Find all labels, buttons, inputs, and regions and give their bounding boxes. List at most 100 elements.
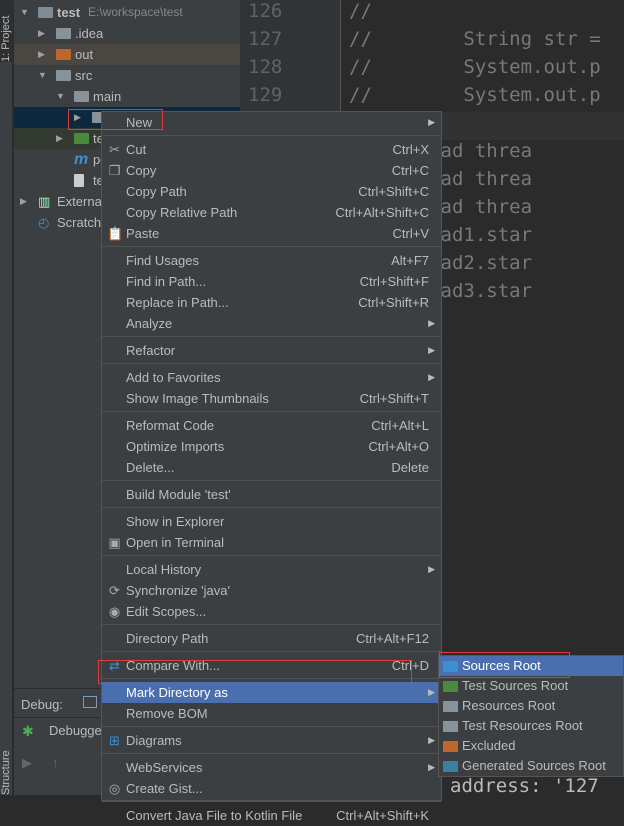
submenu-arrow-icon: ▶	[428, 318, 435, 328]
menu-item-diagrams[interactable]: ⊞ Diagrams ▶	[102, 730, 441, 751]
submenu-item-excluded[interactable]: Excluded	[439, 736, 623, 756]
mark-directory-submenu: Sources Root Test Sources Root Resources R…	[438, 655, 624, 777]
menu-item-webservices[interactable]: WebServices ▶	[102, 757, 441, 778]
menu-item-shortcut: Ctrl+Alt+Shift+C	[335, 205, 429, 220]
debugger-tab[interactable]: Debugger	[49, 723, 106, 738]
menu-item-label: Replace in Path...	[126, 295, 229, 310]
expand-down-icon[interactable]: ▼	[56, 86, 65, 107]
code-line: // String str =	[349, 28, 601, 50]
menu-item-label: Optimize Imports	[126, 439, 225, 454]
menu-item-open-in-terminal[interactable]: ▣ Open in Terminal	[102, 532, 441, 553]
restore-layout-icon[interactable]	[83, 696, 97, 708]
submenu-item-generated-sources-root[interactable]: Generated Sources Root	[439, 756, 623, 776]
expand-down-icon[interactable]: ▼	[38, 65, 47, 86]
menu-item-create-gist[interactable]: ◎ Create Gist...	[102, 778, 441, 799]
menu-item-label: Copy Relative Path	[126, 205, 238, 220]
menu-item-label: Build Module 'test'	[126, 487, 231, 502]
menu-item-label: Open in Terminal	[126, 535, 225, 550]
menu-item-label: Mark Directory as	[126, 685, 228, 700]
submenu-arrow-icon: ▶	[428, 372, 435, 382]
menu-item-synchronize-java[interactable]: ⟳ Synchronize 'java'	[102, 580, 441, 601]
menu-item-cut[interactable]: ✂ Cut Ctrl+X	[102, 139, 441, 160]
expand-right-icon[interactable]: ▶	[56, 128, 63, 149]
menu-item-shortcut: Ctrl+Alt+L	[371, 418, 429, 433]
file-icon	[74, 174, 84, 187]
submenu-item-test-resources-root[interactable]: Test Resources Root	[439, 716, 623, 736]
menu-item-copy-relative-path[interactable]: Copy Relative Path Ctrl+Alt+Shift+C	[102, 202, 441, 223]
bug-icon: ✱	[22, 723, 34, 739]
menu-item-delete[interactable]: Delete... Delete	[102, 457, 441, 478]
menu-item-paste[interactable]: 📋 Paste Ctrl+V	[102, 223, 441, 244]
submenu-arrow-icon: ▶	[428, 117, 435, 127]
menu-item-find-in-path[interactable]: Find in Path... Ctrl+Shift+F	[102, 271, 441, 292]
menu-item-label: Analyze	[126, 316, 173, 331]
submenu-arrow-icon: ▶	[428, 762, 435, 772]
folder-icon	[74, 133, 89, 144]
menu-item-remove-bom[interactable]: Remove BOM	[102, 703, 441, 724]
menu-item-edit-scopes[interactable]: ◉ Edit Scopes...	[102, 601, 441, 622]
menu-item-refactor[interactable]: Refactor ▶	[102, 340, 441, 361]
menu-item-shortcut: Ctrl+C	[391, 163, 429, 178]
code-line: // System.out.p	[349, 56, 601, 78]
line-number: 127	[248, 28, 283, 50]
menu-item-shortcut: Ctrl+Shift+T	[359, 391, 429, 406]
menu-item-convert-java-file-to-kotlin-file[interactable]: Convert Java File to Kotlin File Ctrl+Alt…	[102, 805, 441, 826]
structure-tool-tab[interactable]: Structure	[0, 715, 13, 795]
menu-item-shortcut: Ctrl+V	[392, 226, 429, 241]
submenu-item-sources-root[interactable]: Sources Root	[439, 656, 623, 676]
menu-item-shortcut: Delete	[391, 460, 429, 475]
menu-item-copy[interactable]: ❐ Copy Ctrl+C	[102, 160, 441, 181]
sync-icon: ⟳	[109, 583, 120, 598]
menu-item-local-history[interactable]: Local History ▶	[102, 559, 441, 580]
expand-down-icon[interactable]: ▼	[20, 2, 29, 23]
menu-item-replace-in-path[interactable]: Replace in Path... Ctrl+Shift+R	[102, 292, 441, 313]
maven-icon: m	[74, 151, 89, 168]
menu-item-reformat-code[interactable]: Reformat Code Ctrl+Alt+L	[102, 415, 441, 436]
up-arrow-icon[interactable]: ↑	[52, 755, 59, 770]
code-line: // System.out.p	[349, 84, 601, 106]
project-path: E:\workspace\test	[88, 5, 183, 19]
menu-item-label: Compare With...	[126, 658, 220, 673]
folder-icon	[443, 761, 458, 772]
menu-item-label: Copy Path	[126, 184, 187, 199]
menu-item-shortcut: Ctrl+Alt+O	[368, 439, 429, 454]
menu-item-copy-path[interactable]: Copy Path Ctrl+Shift+C	[102, 181, 441, 202]
folder-icon	[443, 701, 458, 712]
submenu-item-label: Excluded	[462, 738, 516, 753]
folder-icon	[56, 70, 71, 81]
menu-item-shortcut: Ctrl+Alt+Shift+K	[336, 808, 429, 823]
menu-item-mark-directory-as[interactable]: Mark Directory as ▶	[102, 682, 441, 703]
expand-right-icon[interactable]: ▶	[38, 44, 45, 65]
submenu-item-test-sources-root[interactable]: Test Sources Root	[439, 676, 623, 696]
library-icon: ▥	[38, 194, 51, 209]
console-text: address: '127	[450, 775, 599, 797]
menu-item-optimize-imports[interactable]: Optimize Imports Ctrl+Alt+O	[102, 436, 441, 457]
compare-icon: ⇄	[109, 658, 120, 673]
folder-icon	[443, 741, 458, 752]
menu-item-directory-path[interactable]: Directory Path Ctrl+Alt+F12	[102, 628, 441, 649]
menu-item-build-module-test[interactable]: Build Module 'test'	[102, 484, 441, 505]
scratch-icon: ◴	[38, 215, 50, 230]
resume-icon[interactable]: ▶	[22, 755, 32, 771]
project-tool-tab[interactable]: 1: Project	[0, 0, 13, 62]
menu-item-new[interactable]: New ▶	[102, 112, 441, 133]
folder-icon	[74, 91, 89, 102]
menu-item-label: Delete...	[126, 460, 175, 475]
menu-item-analyze[interactable]: Analyze ▶	[102, 313, 441, 334]
expand-right-icon[interactable]: ▶	[38, 23, 45, 44]
folder-icon	[443, 721, 458, 732]
submenu-item-resources-root[interactable]: Resources Root	[439, 696, 623, 716]
menu-item-find-usages[interactable]: Find Usages Alt+F7	[102, 250, 441, 271]
folder-icon	[56, 28, 71, 39]
menu-item-shortcut: Ctrl+Alt+F12	[356, 631, 429, 646]
expand-right-icon[interactable]: ▶	[20, 191, 27, 212]
submenu-item-label: Resources Root	[462, 698, 556, 713]
menu-item-label: Local History	[126, 562, 202, 577]
menu-item-show-image-thumbnails[interactable]: Show Image Thumbnails Ctrl+Shift+T	[102, 388, 441, 409]
submenu-item-label: Test Sources Root	[462, 678, 569, 693]
menu-item-show-in-explorer[interactable]: Show in Explorer	[102, 511, 441, 532]
menu-item-label: Copy	[126, 163, 157, 178]
expand-right-icon[interactable]: ▶	[74, 107, 81, 128]
menu-item-add-to-favorites[interactable]: Add to Favorites ▶	[102, 367, 441, 388]
menu-item-compare-with[interactable]: ⇄ Compare With... Ctrl+D	[102, 655, 441, 676]
